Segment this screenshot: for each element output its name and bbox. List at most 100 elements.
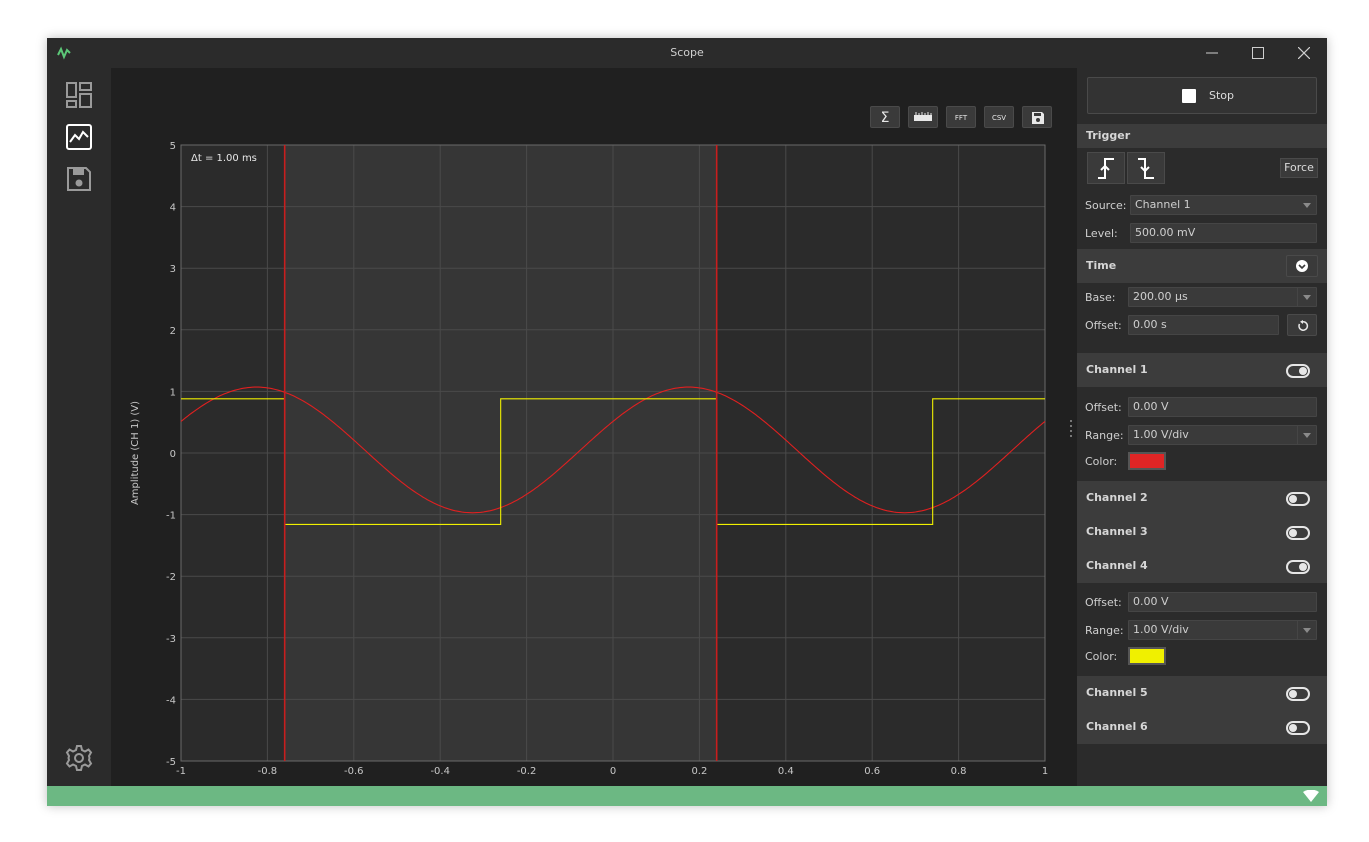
falling-edge-button[interactable] [1127,152,1165,184]
math-sum-button[interactable]: Σ [870,106,900,128]
y-tick-label: -2 [166,572,176,583]
channel-2-header[interactable]: Channel 2 [1077,481,1327,515]
channel-6-name: Channel 6 [1086,720,1148,733]
csv-export-button[interactable]: CSV [984,106,1014,128]
y-tick-label: -5 [166,757,176,768]
close-button[interactable] [1281,38,1327,68]
y-axis-label: Amplitude (CH 1) (V) [130,401,141,505]
y-tick-label: -3 [166,634,176,645]
channel-1-toggle[interactable] [1286,364,1310,378]
connection-wifi-icon [1303,790,1319,802]
maximize-icon [1252,47,1264,59]
channel-1-header[interactable]: Channel 1 [1077,353,1327,387]
x-tick-label: -0.8 [258,766,278,777]
x-tick-label: 0.2 [691,766,707,777]
trigger-section-header: Trigger [1077,124,1327,148]
x-tick-label: 0.8 [951,766,967,777]
x-tick-label: -0.4 [430,766,450,777]
rising-edge-button[interactable] [1087,152,1125,184]
fft-button[interactable]: FFT [946,106,976,128]
reset-icon [1298,320,1309,331]
rising-edge-icon [1098,158,1114,179]
trigger-source-select[interactable]: Channel 1 [1130,195,1317,215]
time-offset-label: Offset: [1085,319,1122,332]
measure-ruler-button[interactable] [908,106,938,128]
scope-window: Scope -1 -0.8 -0.6 -0.4 -0.2 0 0.2 0.4 0… [47,38,1327,806]
maximize-button[interactable] [1235,38,1281,68]
time-base-value: 200.00 µs [1133,290,1188,303]
time-section-header: Time [1077,249,1327,283]
y-tick-label: -1 [166,511,176,522]
y-tick-label: 2 [170,326,176,337]
ch1-color-label: Color: [1085,455,1118,468]
ch4-color-label: Color: [1085,650,1118,663]
ch4-range-select[interactable]: 1.00 V/div [1128,620,1317,640]
ch1-color-swatch[interactable] [1128,452,1166,470]
channel-6-toggle[interactable] [1286,721,1310,735]
plot-area: -1 -0.8 -0.6 -0.4 -0.2 0 0.2 0.4 0.6 0.8 1 5 4 3 2 1 0 -1… [111,68,1077,786]
x-tick-label: 0.4 [778,766,794,777]
y-tick-label: 5 [170,141,176,152]
time-collapse-button[interactable] [1286,255,1318,277]
base-label: Base: [1085,291,1116,304]
time-offset-input[interactable]: 0.00 s [1128,315,1279,335]
collapse-circle-icon [1296,260,1308,272]
stop-button[interactable]: Stop [1087,77,1317,114]
ch4-offset-input[interactable]: 0.00 V [1128,592,1317,612]
x-tick-label: -1 [176,766,186,777]
channel-6-header[interactable]: Channel 6 [1077,710,1327,744]
ch1-offset-input[interactable]: 0.00 V [1128,397,1317,417]
ruler-icon [914,112,932,121]
settings-gear-icon[interactable] [65,744,93,772]
stop-icon [1182,89,1196,103]
chevron-down-icon [1298,196,1316,214]
force-trigger-button[interactable]: Force [1280,158,1318,178]
ch1-offset-label: Offset: [1085,401,1122,414]
y-tick-label: -4 [166,695,176,706]
time-offset-reset-button[interactable] [1287,314,1317,336]
channel-2-toggle[interactable] [1286,492,1310,506]
sidebar [47,68,111,786]
scope-chart-icon[interactable] [65,123,93,151]
delta-t-annotation: Δt = 1.00 ms [191,153,257,164]
y-tick-label: 0 [170,449,176,460]
chevron-down-icon [1297,426,1316,444]
save-icon [1032,112,1044,124]
trigger-header: Trigger [1086,129,1131,142]
channel-2-name: Channel 2 [1086,491,1148,504]
chevron-down-icon [1297,288,1316,306]
splitter-grip[interactable] [1070,418,1072,438]
channel-3-header[interactable]: Channel 3 [1077,515,1327,549]
channel-3-name: Channel 3 [1086,525,1148,538]
source-label: Source: [1085,199,1127,212]
ch4-color-swatch[interactable] [1128,647,1166,665]
x-tick-label: -0.2 [517,766,537,777]
save-button[interactable] [1022,106,1052,128]
channel-5-header[interactable]: Channel 5 [1077,676,1327,710]
status-bar [47,786,1327,806]
channel-4-header[interactable]: Channel 4 [1077,549,1327,583]
channel-4-toggle[interactable] [1286,560,1310,574]
ch1-range-value: 1.00 V/div [1133,428,1189,441]
channel-5-toggle[interactable] [1286,687,1310,701]
time-header: Time [1086,259,1117,272]
channel-1-name: Channel 1 [1086,363,1148,376]
scope-chart[interactable]: -1 -0.8 -0.6 -0.4 -0.2 0 0.2 0.4 0.6 0.8 1 5 4 3 2 1 0 -1… [111,68,1077,786]
x-tick-label: 0.6 [864,766,880,777]
ch4-range-label: Range: [1085,624,1124,637]
trigger-source-value: Channel 1 [1135,198,1191,211]
trigger-level-input[interactable]: 500.00 mV [1130,223,1317,243]
control-panel: Stop Trigger Force Source: Channel 1 Lev… [1077,68,1327,786]
ch4-offset-label: Offset: [1085,596,1122,609]
minimize-icon [1206,52,1218,54]
ch1-range-select[interactable]: 1.00 V/div [1128,425,1317,445]
grip-dots-icon [1070,420,1072,437]
ch4-range-value: 1.00 V/div [1133,623,1189,636]
minimize-button[interactable] [1189,38,1235,68]
x-tick-label: 0 [610,766,616,777]
save-data-icon[interactable] [65,165,93,193]
dashboard-icon[interactable] [65,81,93,109]
y-tick-label: 3 [170,264,176,275]
time-base-select[interactable]: 200.00 µs [1128,287,1317,307]
channel-3-toggle[interactable] [1286,526,1310,540]
